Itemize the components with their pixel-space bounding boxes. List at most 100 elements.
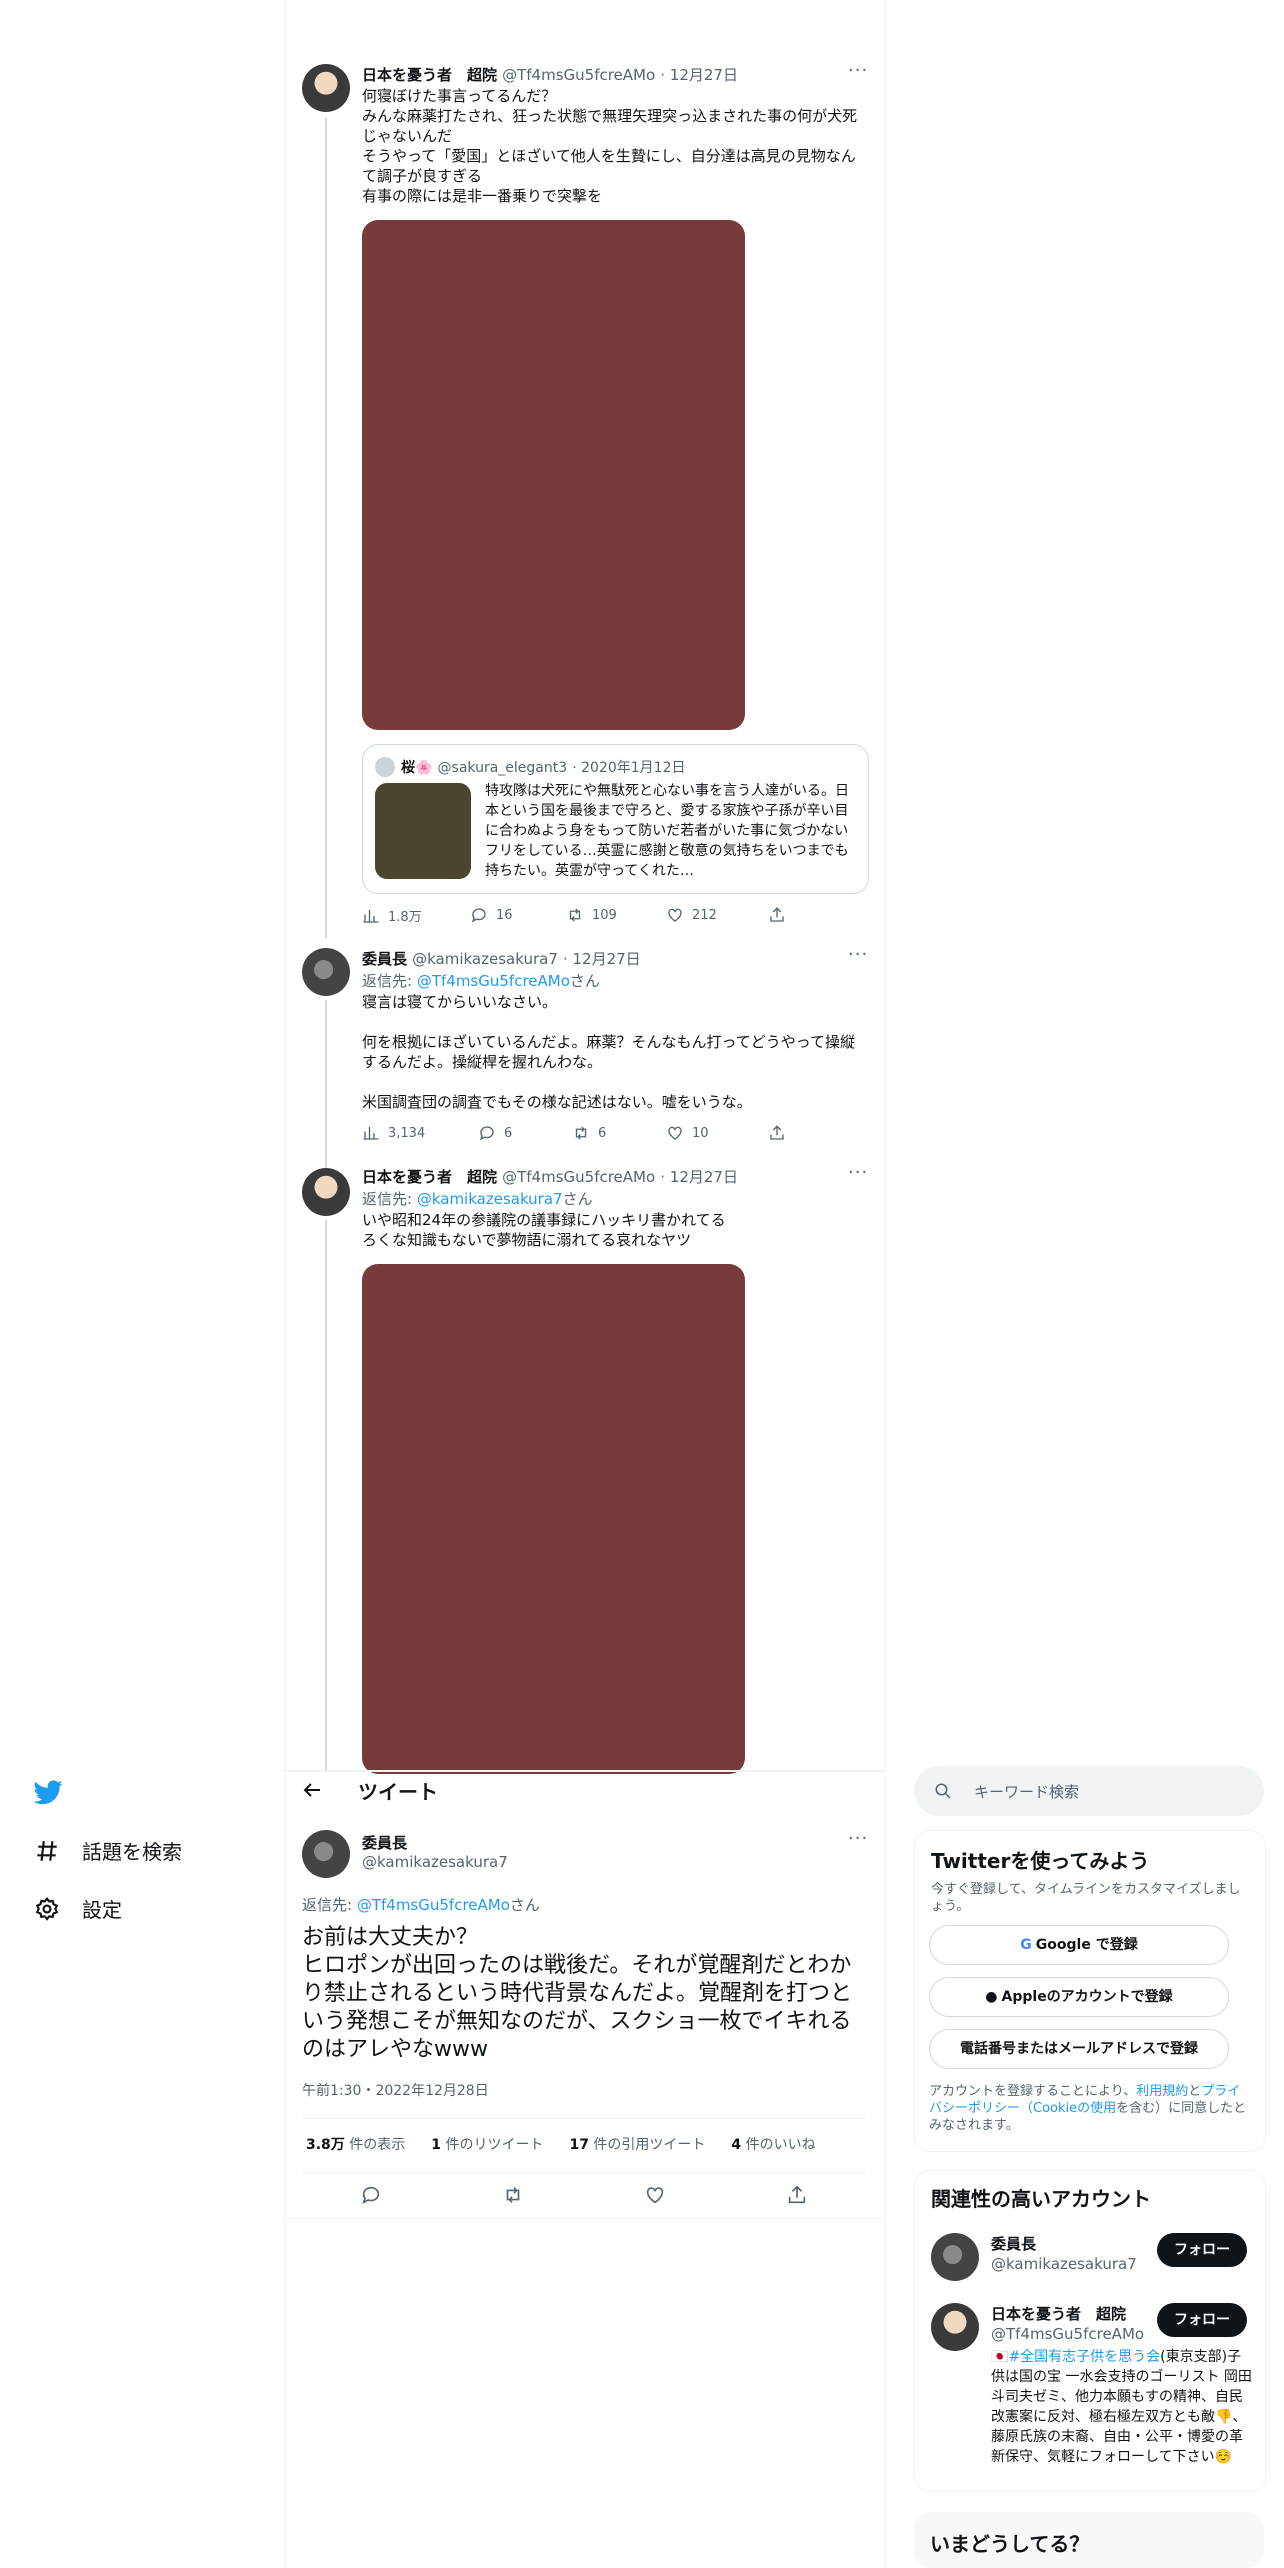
reply-to-link[interactable]: @Tf4msGu5fcreAMo <box>417 972 570 990</box>
share-button[interactable] <box>768 906 786 924</box>
more-icon[interactable]: ··· <box>848 944 868 965</box>
nav-settings[interactable]: 設定 <box>34 1894 122 1923</box>
search-input[interactable]: キーワード検索 <box>914 1766 1264 1816</box>
author-name[interactable]: 委員長 <box>362 1832 407 1853</box>
share-icon <box>770 907 784 922</box>
views-button[interactable]: 3,134 <box>362 1124 425 1142</box>
author-handle[interactable]: @kamikazesakura7 <box>412 950 558 968</box>
tweet-image[interactable] <box>362 1264 745 1774</box>
like-button[interactable]: 212 <box>666 906 717 924</box>
like-button[interactable] <box>644 2184 666 2210</box>
avatar[interactable] <box>931 2233 979 2281</box>
terms-link[interactable]: 利用規約 <box>1136 2084 1188 2099</box>
follow-button[interactable]: フォロー <box>1157 2303 1247 2337</box>
views-stat-number: 3.8万 <box>306 2137 345 2153</box>
twitter-logo-icon[interactable] <box>32 1776 64 1812</box>
avatar[interactable] <box>302 1830 350 1878</box>
terms-prefix: アカウントを登録することにより、 <box>929 2084 1137 2099</box>
retweet-button[interactable] <box>502 2184 524 2210</box>
retweets-stat[interactable]: 1 件のリツイート <box>431 2134 543 2154</box>
apple-signup-label: Appleのアカウントで登録 <box>1001 1989 1173 2005</box>
trends-panel: いまどうしてる？ <box>914 2512 1264 2568</box>
avatar[interactable] <box>302 1168 350 1216</box>
signup-panel: Twitterを使ってみよう 今すぐ登録して、タイムラインをカスタマイズしましょ… <box>914 1830 1266 2152</box>
related-title: 関連性の高いアカウント <box>931 2187 1151 2211</box>
avatar <box>375 757 395 777</box>
page-title: ツイート <box>358 1780 438 1804</box>
trends-title: いまどうしてる？ <box>930 2532 1090 2556</box>
views-button[interactable]: 1.8万 <box>362 906 422 925</box>
author-name[interactable]: 日本を憂う者 超院 <box>362 1168 497 1186</box>
apple-signup-button[interactable]: ● Appleのアカウントで登録 <box>929 1977 1229 2017</box>
quoted-tweet[interactable]: 桜🌸 @sakura_elegant3 · 2020年1月12日 特攻隊は犬死に… <box>362 744 869 894</box>
avatar[interactable] <box>931 2303 979 2351</box>
more-icon[interactable]: ··· <box>848 60 868 81</box>
reply-to-link[interactable]: @kamikazesakura7 <box>417 1190 563 1208</box>
quoted-image <box>375 783 471 879</box>
tweet-image[interactable] <box>362 220 745 730</box>
author-handle[interactable]: @Tf4msGu5fcreAMo <box>502 66 655 84</box>
reply-icon <box>471 908 486 923</box>
share-button[interactable] <box>786 2184 808 2210</box>
related-accounts-panel: 関連性の高いアカウント 委員長 @kamikazesakura7 フォロー 日本… <box>914 2170 1266 2492</box>
more-icon[interactable]: ··· <box>848 1162 868 1183</box>
divider <box>302 2118 866 2119</box>
author-name[interactable]: 委員長 <box>362 950 407 968</box>
quoted-date: · 2020年1月12日 <box>572 760 686 776</box>
reply-count: 16 <box>496 907 513 923</box>
tweet-text: お前は大丈夫か？ ヒロポンが出回ったのは戦後だ。それが覚醒剤だとわかり禁止される… <box>302 1925 853 2062</box>
google-icon: G <box>1020 1937 1032 1953</box>
heart-icon <box>646 2187 664 2204</box>
divider <box>285 2218 884 2219</box>
tweet-date[interactable]: · 12月27日 <box>660 1168 738 1186</box>
reply-suffix: さん <box>509 1896 540 1914</box>
account-name[interactable]: 委員長 <box>991 2233 1036 2254</box>
reply-button[interactable]: 6 <box>478 1124 512 1142</box>
views-count: 1.8万 <box>388 910 422 925</box>
views-stat-label: 件の表示 <box>344 2137 406 2153</box>
phone-signup-button[interactable]: 電話番号またはメールアドレスで登録 <box>929 2029 1229 2069</box>
tweet-date[interactable]: · 12月27日 <box>563 950 641 968</box>
more-icon[interactable]: ··· <box>848 1828 868 1849</box>
like-button[interactable]: 10 <box>666 1124 709 1142</box>
account-handle[interactable]: @kamikazesakura7 <box>991 2255 1137 2273</box>
author-name[interactable]: 日本を憂う者 超院 <box>362 66 497 84</box>
thread-connector <box>325 1000 327 1170</box>
cookie-link[interactable]: （Cookieの使用 <box>1020 2101 1116 2116</box>
views-stat[interactable]: 3.8万 件の表示 <box>306 2134 405 2154</box>
retweet-icon <box>506 2187 520 2203</box>
signup-terms: アカウントを登録することにより、利用規約とプライバシーポリシー（Cookieの使… <box>929 2083 1249 2134</box>
author-handle[interactable]: @Tf4msGu5fcreAMo <box>502 1168 655 1186</box>
likes-stat-label: 件のいいね <box>741 2137 816 2153</box>
nav-explore[interactable]: 話題を検索 <box>34 1836 182 1865</box>
bio-text: (東京支部)子供は国の宝 一水会支持のゴーリスト 岡田斗司夫ゼミ、他力本願もすの… <box>991 2349 1252 2465</box>
tweet-date[interactable]: · 12月27日 <box>660 66 738 84</box>
avatar[interactable] <box>302 64 350 112</box>
account-bio: 🇯🇵#全国有志子供を思う会(東京支部)子供は国の宝 一水会支持のゴーリスト 岡田… <box>991 2347 1253 2467</box>
retweet-button[interactable]: 109 <box>566 906 617 924</box>
terms-and: と <box>1188 2084 1202 2099</box>
quotes-stat[interactable]: 17 件の引用ツイート <box>569 2134 705 2154</box>
likes-stat[interactable]: 4 件のいいね <box>731 2134 815 2154</box>
retweet-button[interactable]: 6 <box>572 1124 606 1142</box>
follow-button[interactable]: フォロー <box>1157 2233 1247 2267</box>
account-handle[interactable]: @Tf4msGu5fcreAMo <box>991 2325 1144 2343</box>
reply-to-link[interactable]: @Tf4msGu5fcreAMo <box>357 1896 510 1914</box>
reply-button[interactable] <box>360 2184 382 2210</box>
hashtag-icon <box>37 1840 57 1861</box>
google-signup-button[interactable]: G Google で登録 <box>929 1925 1229 1965</box>
nav-explore-label: 話題を検索 <box>82 1840 182 1864</box>
reply-button[interactable]: 16 <box>470 906 513 924</box>
quotes-stat-number: 17 <box>569 2137 589 2153</box>
author-handle[interactable]: @kamikazesakura7 <box>362 1853 508 1871</box>
avatar[interactable] <box>302 948 350 996</box>
account-name[interactable]: 日本を憂う者 超院 <box>991 2303 1126 2324</box>
signup-title: Twitterを使ってみよう <box>931 1849 1150 1873</box>
hashtag-link[interactable]: #全国有志子供を思う会 <box>1008 2349 1160 2365</box>
back-arrow-icon[interactable] <box>300 1778 324 1806</box>
tweet-timestamp[interactable]: 午前1:30・2022年12月28日 <box>302 2080 489 2100</box>
views-icon <box>363 1127 379 1140</box>
likes-stat-number: 4 <box>731 2137 742 2153</box>
share-button[interactable] <box>768 1124 786 1142</box>
column-divider-right <box>884 0 885 2568</box>
